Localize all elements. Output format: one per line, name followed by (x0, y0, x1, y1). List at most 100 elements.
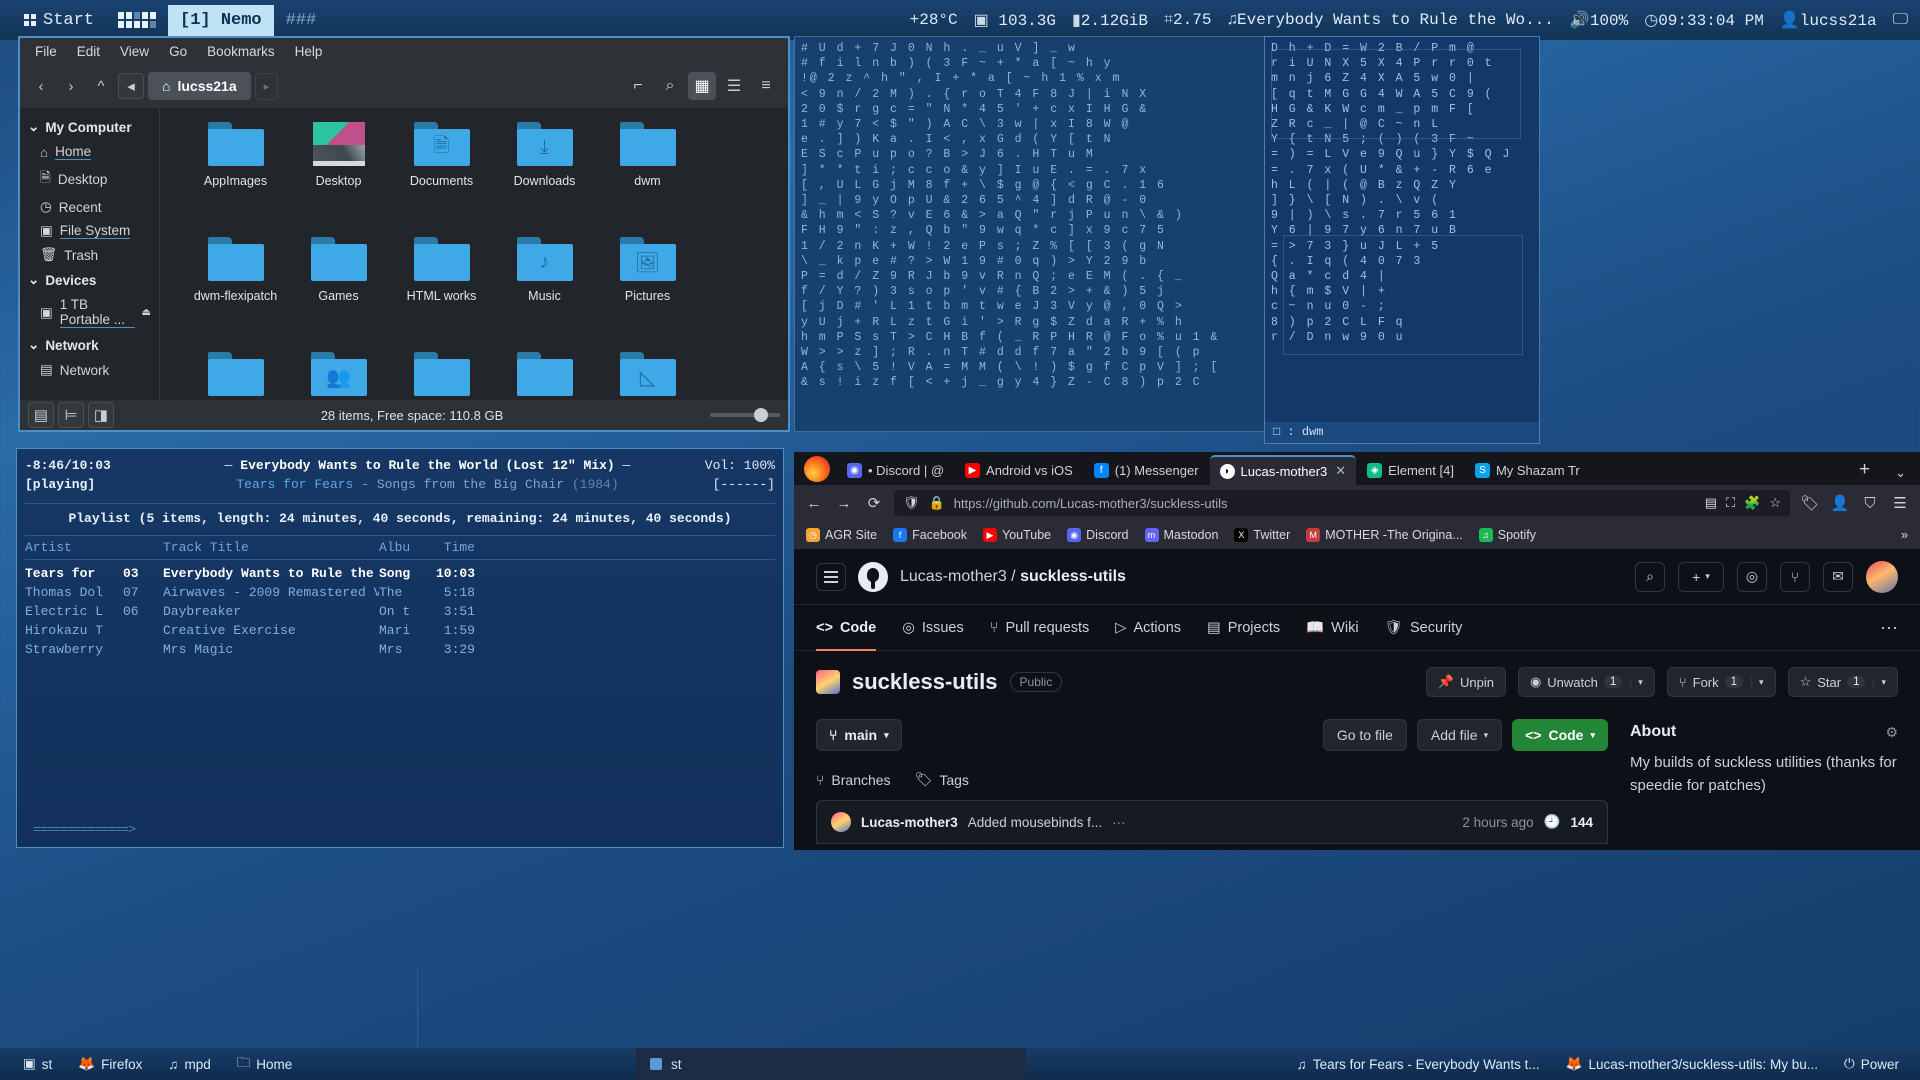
app-menu-icon[interactable]: ☰ (1890, 494, 1910, 512)
bookmark-star-icon[interactable]: ☆ (1769, 495, 1781, 511)
tab-actions[interactable]: ▷ Actions (1115, 605, 1181, 651)
start-button[interactable]: Start (12, 5, 106, 36)
commit-message[interactable]: Added mousebinds f... (968, 815, 1102, 830)
sidebar-item-recent[interactable]: ◷ Recent (20, 195, 159, 219)
file-item[interactable]: 👥Public (287, 352, 390, 400)
unwatch-button[interactable]: ◉ Unwatch 1 ▾ (1517, 667, 1655, 697)
new-tab-button[interactable]: + (1849, 459, 1880, 485)
breadcrumb-lucss21a[interactable]: ⌂ lucss21a (148, 72, 251, 100)
workspace-switcher[interactable] (106, 6, 168, 34)
tab-issues[interactable]: ◎ Issues (902, 605, 964, 651)
file-item[interactable]: dwm (596, 122, 699, 237)
url-bar[interactable]: 🛡 🔒 https://github.com/Lucas-mother3/suc… (894, 490, 1790, 516)
user-status[interactable]: 👤lucss21a (1780, 10, 1877, 30)
code-button[interactable]: <> Code ▾ (1512, 719, 1608, 751)
menu-go[interactable]: Go (160, 40, 196, 63)
fork-chevron-down-icon[interactable]: ▾ (1751, 676, 1764, 688)
github-new-button[interactable]: + ▾ (1678, 561, 1724, 592)
github-menu-icon[interactable] (816, 562, 846, 591)
github-search-icon[interactable]: ⌕ (1635, 561, 1665, 592)
statusbar-icon-view-button[interactable]: ▤ (28, 402, 54, 428)
file-item[interactable]: Recordings (390, 352, 493, 400)
tab-security[interactable]: 🛡 Security (1385, 605, 1463, 651)
breadcrumb-repo[interactable]: suckless-utils (1020, 568, 1126, 585)
breadcrumb-owner[interactable]: Lucas-mother3 (900, 568, 1007, 585)
tab-list-chevron-icon[interactable]: ⌄ (1881, 465, 1920, 485)
dock-item-tears-for-fears-everybody-wants-t[interactable]: ♫ Tears for Fears - Everybody Wants t... (1284, 1052, 1553, 1077)
close-icon[interactable]: ✕ (1335, 463, 1346, 479)
gear-icon[interactable]: ⚙ (1885, 724, 1898, 741)
sidebar-group-devices[interactable]: ⌄ Devices (20, 267, 159, 293)
screenshot-icon[interactable]: ⛶ (1726, 495, 1735, 511)
back-button[interactable]: ‹ (28, 73, 54, 99)
bookmark-item[interactable]: ▶ YouTube (983, 528, 1051, 542)
playlist-row[interactable]: Hirokazu T Creative Exercise Mari 1:59 (25, 621, 775, 640)
menu-file[interactable]: File (26, 40, 66, 63)
github-pull-requests-icon[interactable]: ⑂ (1780, 561, 1810, 592)
browser-tab[interactable]: ◗ Lucas-mother3 ✕ (1209, 455, 1357, 485)
github-issues-icon[interactable]: ◎ (1737, 561, 1767, 592)
open-terminal-button[interactable]: ⌐ (624, 72, 652, 100)
path-scroll-right-button[interactable]: ▸ (254, 72, 279, 100)
menu-edit[interactable]: Edit (68, 40, 109, 63)
menu-help[interactable]: Help (286, 40, 332, 63)
tab-wiki[interactable]: 📖 Wiki (1306, 605, 1358, 651)
path-scroll-left-button[interactable]: ◂ (118, 73, 144, 99)
forward-button[interactable]: › (58, 73, 84, 99)
library-icon[interactable]: ⛉ (1860, 495, 1880, 512)
commit-history-icon[interactable]: 🕘 (1544, 814, 1561, 830)
star-chevron-down-icon[interactable]: ▾ (1873, 676, 1886, 688)
commit-hash[interactable]: ··· (1112, 815, 1126, 830)
up-button[interactable]: ^ (88, 73, 114, 99)
unpin-button[interactable]: 📌 Unpin (1425, 667, 1506, 697)
file-item[interactable]: HTML works (390, 237, 493, 352)
file-item[interactable]: ⤓ Downloads (493, 122, 596, 237)
unwatch-chevron-down-icon[interactable]: ▾ (1630, 676, 1643, 688)
statusbar-tree-view-button[interactable]: ⊨ (58, 402, 84, 428)
commit-author[interactable]: Lucas-mother3 (861, 815, 958, 830)
dock-item-power[interactable]: ⏻ Power (1831, 1051, 1912, 1077)
browser-tab[interactable]: ▶ Android vs iOS (955, 455, 1083, 485)
eject-icon[interactable]: ⏏ (142, 307, 151, 318)
sidebar-item-home[interactable]: ⌂ Home (20, 140, 159, 164)
account-icon[interactable]: 👤 (1830, 494, 1850, 512)
branch-selector[interactable]: ⑂ main ▾ (816, 719, 902, 751)
go-to-file-button[interactable]: Go to file (1322, 719, 1407, 751)
file-item[interactable]: Projects (184, 352, 287, 400)
tab-pull-requests[interactable]: ⑂ Pull requests (990, 605, 1090, 651)
sidebar-item-file-system[interactable]: ▣ File System (20, 219, 159, 243)
avatar[interactable] (1866, 560, 1898, 593)
bookmark-item[interactable]: M MOTHER -The Origina... (1306, 528, 1463, 542)
file-item[interactable]: 🗎 Documents (390, 122, 493, 237)
github-nav-overflow-icon[interactable]: ··· (1880, 617, 1898, 638)
fork-button[interactable]: ⑂ Fork 1 ▾ (1666, 667, 1776, 697)
sidebar-item-network[interactable]: ▤ Network (20, 358, 159, 382)
playlist-row[interactable]: Thomas Dol 07 Airwaves - 2009 Remastered V… (25, 583, 775, 602)
view-icon-grid-button[interactable]: ▦ (688, 72, 716, 100)
view-list-button[interactable]: ☰ (720, 72, 748, 100)
tags-link[interactable]: 🏷 Tags (915, 771, 969, 788)
bookmark-item[interactable]: f Facebook (893, 528, 967, 542)
reader-mode-icon[interactable]: ▤ (1705, 495, 1717, 511)
nemo-file-grid[interactable]: AppImages Desktop 🗎 Documents ⤓ Downloads dwm d… (160, 108, 788, 400)
dock-item-st[interactable]: ▣ st (10, 1051, 65, 1077)
zoom-slider-handle[interactable] (754, 408, 768, 422)
playlist-row[interactable]: Electric L 06 Daybreaker On t 3:51 (25, 602, 775, 621)
sidebar-item-desktop[interactable]: 🗎 Desktop (20, 164, 159, 195)
github-logo-icon[interactable] (858, 561, 888, 592)
extensions-icon[interactable]: 🧩 (1744, 495, 1760, 511)
menu-bookmarks[interactable]: Bookmarks (198, 40, 284, 63)
dock-item-mpd[interactable]: ♫ mpd (155, 1052, 223, 1077)
zoom-slider[interactable] (710, 408, 780, 422)
branches-link[interactable]: ⑂ Branches (816, 771, 891, 788)
dock-active-window[interactable]: st (636, 1048, 1026, 1080)
file-item[interactable]: ♪ Music (493, 237, 596, 352)
dock-item-lucas-mother3-suckless-utils-my-bu[interactable]: 🦊 Lucas-mother3/suckless-utils: My bu... (1553, 1051, 1831, 1077)
star-button[interactable]: ☆ Star 1 ▾ (1787, 667, 1898, 697)
bookmark-item[interactable]: ◷ AGR Site (806, 528, 877, 542)
search-icon[interactable]: ⌕ (656, 72, 684, 100)
shield-icon[interactable]: 🛡 (903, 495, 920, 511)
playlist-row[interactable]: Strawberry Mrs Magic Mrs 3:29 (25, 640, 775, 659)
nav-forward-icon[interactable]: → (834, 495, 854, 512)
nav-back-icon[interactable]: ← (804, 495, 824, 512)
